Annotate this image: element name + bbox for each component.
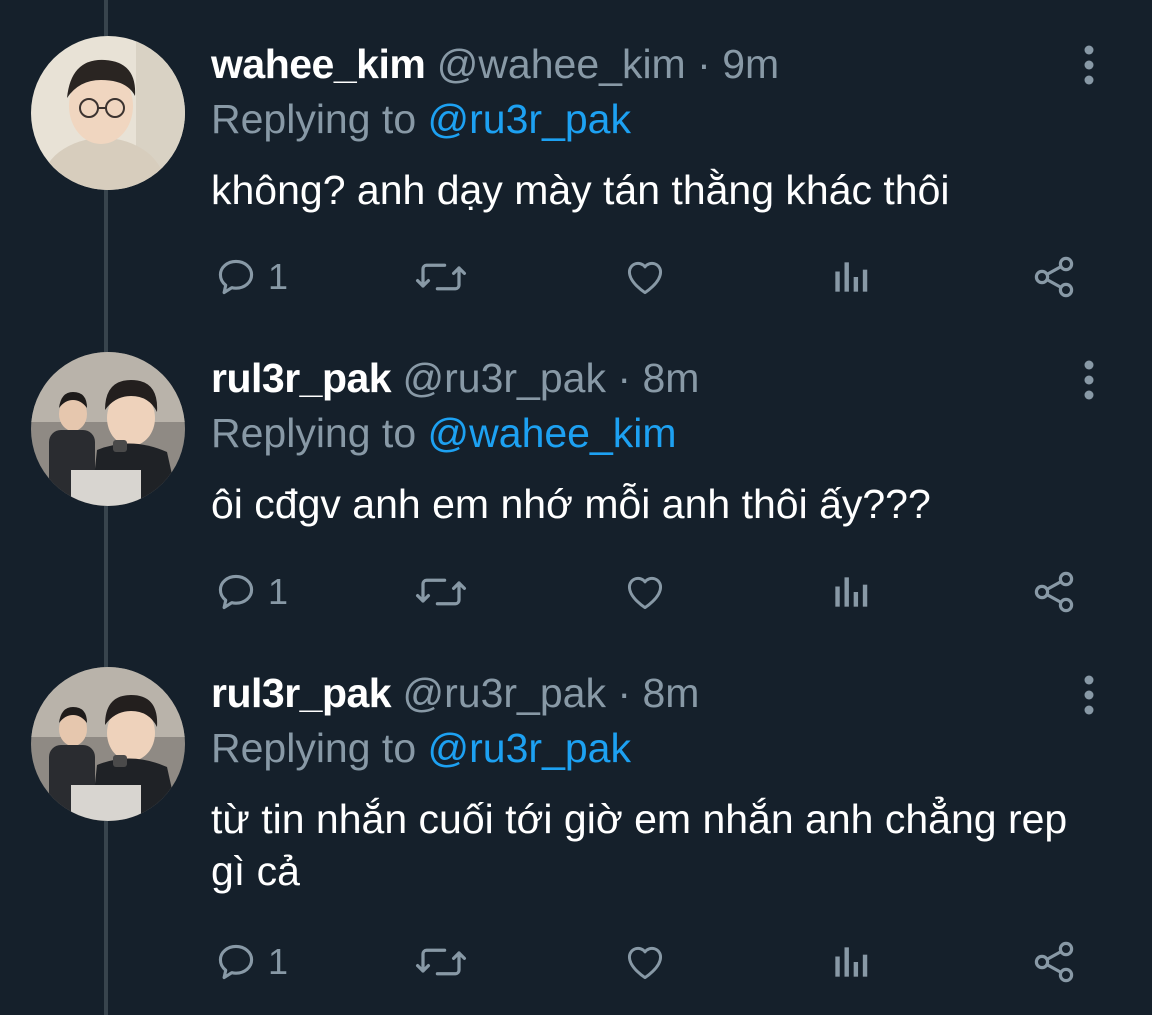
retweet-button[interactable] xyxy=(414,937,468,987)
action-bar: 1 xyxy=(0,252,1152,302)
separator-dot: · xyxy=(617,355,632,401)
tweet-text: không? anh dạy mày tán thằng khác thôi xyxy=(211,167,950,213)
stats-button[interactable] xyxy=(830,937,870,987)
reply-icon xyxy=(214,570,258,614)
reply-button[interactable]: 1 xyxy=(214,937,288,987)
display-name[interactable]: rul3r_pak xyxy=(211,670,392,716)
more-vertical-icon[interactable] xyxy=(1078,359,1100,401)
more-vertical-icon[interactable] xyxy=(1078,44,1100,86)
mention-link[interactable]: @ru3r_pak xyxy=(428,96,631,142)
timestamp[interactable]: 8m xyxy=(642,670,699,716)
heart-icon xyxy=(622,940,668,984)
replying-prefix: Replying to xyxy=(211,410,417,456)
stats-icon xyxy=(830,940,870,984)
display-name[interactable]: wahee_kim xyxy=(211,41,426,87)
tweet[interactable]: wahee_kim @wahee_kim · 9m Replying to @r… xyxy=(0,0,1152,315)
retweet-button[interactable] xyxy=(414,567,468,617)
share-icon xyxy=(1030,253,1078,301)
tweet-text: từ tin nhắn cuối tới giờ em nhắn anh chẳ… xyxy=(211,796,1068,894)
more-vertical-icon[interactable] xyxy=(1078,674,1100,716)
replying-to: Replying to @ru3r_pak xyxy=(211,95,631,143)
tweet-header: rul3r_pak @ru3r_pak · 8m xyxy=(211,669,699,717)
reply-icon xyxy=(214,940,258,984)
reply-button[interactable]: 1 xyxy=(214,252,288,302)
action-bar: 1 xyxy=(0,567,1152,617)
separator-dot: · xyxy=(617,670,632,716)
mention-link[interactable]: @ru3r_pak xyxy=(428,725,631,771)
stats-button[interactable] xyxy=(830,567,870,617)
share-button[interactable] xyxy=(1030,937,1078,987)
like-button[interactable] xyxy=(622,567,668,617)
tweet[interactable]: rul3r_pak @ru3r_pak · 8m Replying to @wa… xyxy=(0,315,1152,630)
retweet-icon xyxy=(414,255,468,299)
user-handle[interactable]: @wahee_kim xyxy=(437,41,686,87)
separator-dot: · xyxy=(697,41,711,87)
share-icon xyxy=(1030,568,1078,616)
heart-icon xyxy=(622,255,668,299)
timestamp[interactable]: 8m xyxy=(642,355,699,401)
tweet[interactable]: rul3r_pak @ru3r_pak · 8m Replying to @ru… xyxy=(0,630,1152,1015)
stats-icon xyxy=(830,255,870,299)
replying-to: Replying to @ru3r_pak xyxy=(211,724,631,772)
tweet-header: rul3r_pak @ru3r_pak · 8m xyxy=(211,354,699,402)
replying-prefix: Replying to xyxy=(211,96,417,142)
reply-button[interactable]: 1 xyxy=(214,567,288,617)
avatar[interactable] xyxy=(31,667,185,821)
user-handle[interactable]: @ru3r_pak xyxy=(403,355,606,401)
retweet-icon xyxy=(414,940,468,984)
avatar[interactable] xyxy=(31,36,185,190)
reply-count: 1 xyxy=(268,256,289,297)
share-button[interactable] xyxy=(1030,567,1078,617)
reply-count: 1 xyxy=(268,941,289,982)
reply-count: 1 xyxy=(268,571,289,612)
tweet-text: ôi cđgv anh em nhớ mỗi anh thôi ấy??? xyxy=(211,481,931,527)
share-icon xyxy=(1030,938,1078,986)
like-button[interactable] xyxy=(622,252,668,302)
user-handle[interactable]: @ru3r_pak xyxy=(403,670,606,716)
share-button[interactable] xyxy=(1030,252,1078,302)
replying-prefix: Replying to xyxy=(211,725,417,771)
display-name[interactable]: rul3r_pak xyxy=(211,355,392,401)
retweet-icon xyxy=(414,570,468,614)
action-bar: 1 xyxy=(0,937,1152,987)
retweet-button[interactable] xyxy=(414,252,468,302)
heart-icon xyxy=(622,570,668,614)
stats-button[interactable] xyxy=(830,252,870,302)
tweet-header: wahee_kim @wahee_kim · 9m xyxy=(211,40,779,88)
replying-to: Replying to @wahee_kim xyxy=(211,409,677,457)
reply-icon xyxy=(214,255,258,299)
stats-icon xyxy=(830,570,870,614)
mention-link[interactable]: @wahee_kim xyxy=(428,410,677,456)
like-button[interactable] xyxy=(622,937,668,987)
avatar[interactable] xyxy=(31,352,185,506)
timestamp[interactable]: 9m xyxy=(722,41,779,87)
